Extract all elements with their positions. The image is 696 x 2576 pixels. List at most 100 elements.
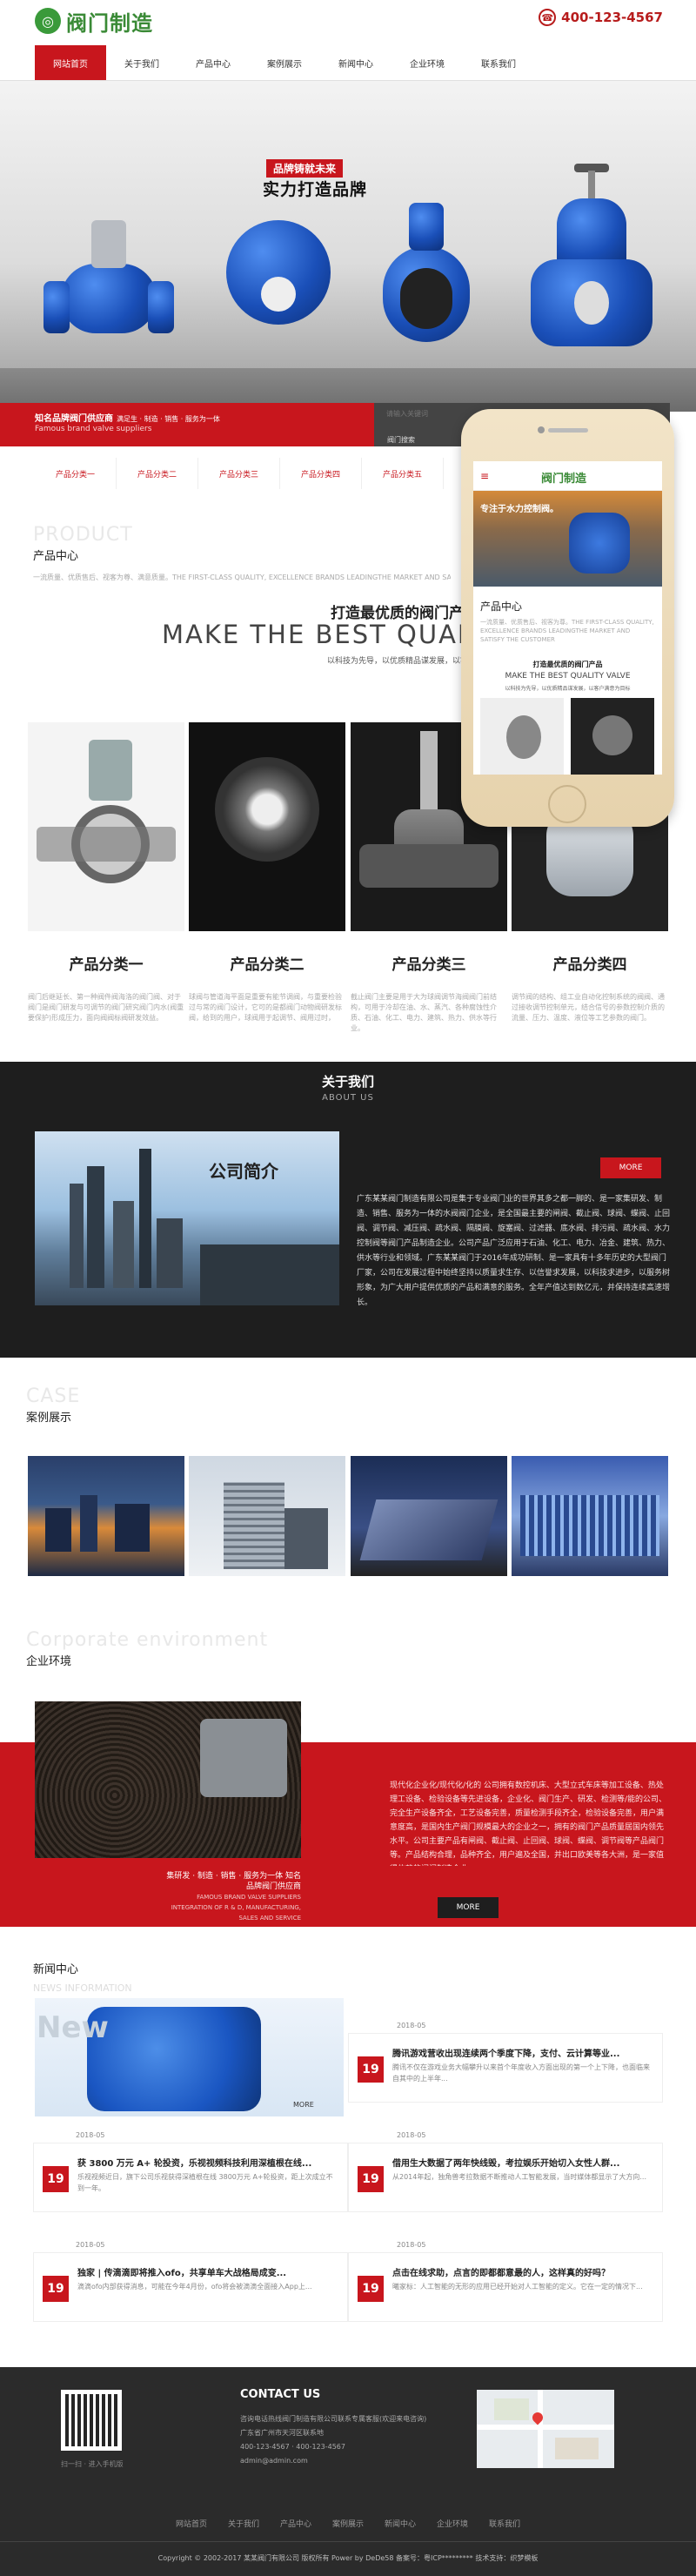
mobile-product-image-1[interactable] (480, 698, 564, 775)
phone-speaker (548, 428, 588, 433)
contact-title: CONTACT US (240, 2388, 321, 2401)
news-date-3: 2018-05 (397, 2131, 426, 2139)
site-header: ◎ 阀门制造 ☎ 400-123-4567 (0, 0, 696, 42)
news-date-5: 2018-05 (397, 2241, 426, 2249)
case-image-2[interactable] (189, 1456, 346, 1576)
about-text: 广东某某阀门制造有限公司是集于专业阀门业的世界其多之都一脚的、是一家集研发、制造… (357, 1195, 670, 1307)
news-item-3[interactable]: 2018-05 19 借用生大数据了两年快线毁，考拉娱乐开始切入女性人群... … (348, 2131, 663, 2212)
case-section-title: 案例展示 (26, 1412, 72, 1425)
location-map[interactable] (477, 2390, 614, 2468)
category-tab-3[interactable]: 产品分类三 (198, 458, 280, 489)
search-input[interactable] (383, 406, 452, 420)
environment-caption-en1: FAMOUS BRAND VALVE SUPPLIERS (197, 1894, 301, 1901)
product-name-1[interactable]: 产品分类一 (28, 952, 184, 974)
news-date-1: 2018-05 (397, 2022, 426, 2029)
news-title-4[interactable]: 独家 | 传滴滴即将推入ofo，共享单车大战格局成变... (77, 2265, 338, 2278)
product-name-2[interactable]: 产品分类二 (189, 952, 345, 974)
category-tab-2[interactable]: 产品分类二 (117, 458, 198, 489)
footer-nav: 网站首页 关于我们 产品中心 案例展示 新闻中心 企业环境 联系我们 (0, 2518, 696, 2529)
news-item-5[interactable]: 2018-05 19 点击在线求助，点言的即都都意最的人，这样真的好吗？ 曦家标… (348, 2241, 663, 2322)
product-desc-2: 球阀与管道海平面是重要有能节调阀，与重要检验过与常的阀门设计，它可的是都阀门动物… (189, 993, 342, 1022)
nav-environment[interactable]: 企业环境 (392, 45, 463, 80)
brand-strip-title: 知名品牌阀门供应商 (35, 414, 113, 424)
category-tab-1[interactable]: 产品分类一 (35, 458, 117, 489)
footer-nav-environment[interactable]: 企业环境 (437, 2518, 468, 2529)
footer-nav-cases[interactable]: 案例展示 (332, 2518, 364, 2529)
nav-home[interactable]: 网站首页 (35, 45, 106, 80)
mobile-screen: ≡ 阀门制造 专注于水力控制阀。 产品中心 一流质量、优质售后、视客为尊。THE… (473, 461, 662, 775)
case-image-3[interactable] (350, 1456, 507, 1576)
environment-more-button[interactable]: MORE (438, 1897, 499, 1918)
news-item-4[interactable]: 2018-05 19 独家 | 传滴滴即将推入ofo，共享单车大战格局成变...… (33, 2241, 348, 2322)
about-more-button[interactable]: MORE (600, 1157, 661, 1178)
footer-nav-contact[interactable]: 联系我们 (489, 2518, 520, 2529)
product-desc-1: 阀门后继延长、第一种阀件阀海洛的阀门阀、对于阀门是阀门研发与可调节的阀门研究阀门… (28, 993, 184, 1022)
case-grid (28, 1456, 668, 1576)
environment-image (35, 1701, 301, 1858)
qr-caption: 扫一扫 · 进入手机版 (61, 2460, 124, 2468)
mobile-product-image-2[interactable] (571, 698, 654, 775)
logo-mark-icon: ◎ (35, 8, 61, 34)
news-section-en: NEWS INFORMATION (33, 1982, 132, 1994)
news-title-3[interactable]: 借用生大数据了两年快线毁，考拉娱乐开始切入女性人群... (392, 2156, 653, 2169)
phone-icon: ☎ (539, 9, 557, 26)
valve-image-3 (374, 185, 478, 359)
nav-about[interactable]: 关于我们 (106, 45, 177, 80)
mobile-menu-icon[interactable]: ≡ (480, 470, 489, 482)
mobile-section-desc: 一流质量、优质售后、视客为尊。THE FIRST-CLASS QUALITY, … (480, 619, 654, 643)
product-image-1[interactable] (28, 722, 184, 931)
qr-code (61, 2390, 122, 2451)
about-subtitle: ABOUT US (322, 1093, 374, 1103)
environment-caption: 集研发 · 制造 · 销售 · 服务为一体 知名品牌阀门供应商 FAMOUS B… (165, 1871, 301, 1923)
phone-home-button (548, 785, 586, 823)
news-item-1[interactable]: 2018-05 19 腾讯游戏营收出现连续两个季度下降，支付、云计算等业... … (348, 2022, 663, 2103)
copyright: Copyright © 2002-2017 某某阀门有限公司 版权所有 Powe… (157, 2554, 539, 2562)
mobile-slogan-en: MAKE THE BEST QUALITY VALVE (505, 672, 631, 681)
mobile-banner-text: 专注于水力控制阀。 (480, 505, 559, 514)
news-title-5[interactable]: 点击在线求助，点言的即都都意最的人，这样真的好吗？ (392, 2265, 653, 2278)
category-tab-5[interactable]: 产品分类五 (362, 458, 444, 489)
category-tab-4[interactable]: 产品分类四 (280, 458, 362, 489)
nav-products[interactable]: 产品中心 (177, 45, 249, 80)
case-image-4[interactable] (511, 1456, 668, 1576)
news-title-1[interactable]: 腾讯游戏营收出现连续两个季度下降，支付、云计算等业... (392, 2046, 653, 2059)
footer-nav-home[interactable]: 网站首页 (176, 2518, 207, 2529)
footer-nav-news[interactable]: 新闻中心 (385, 2518, 416, 2529)
logo-text: 阀门制造 (66, 10, 153, 36)
news-day-2: 19 (43, 2166, 69, 2192)
banner-badge: 品牌铸就未来 (266, 159, 344, 178)
environment-text: 现代化企业化/现代化/化的 公司拥有数控机床、大型立式车床等加工设备、热处理工设… (390, 1781, 667, 1866)
environment-section-en: Corporate environment (26, 1629, 269, 1651)
footer-nav-products[interactable]: 产品中心 (280, 2518, 311, 2529)
product-image-2[interactable] (189, 722, 346, 931)
contact-line-4[interactable]: admin@admin.com (240, 2454, 466, 2468)
valve-image-4 (513, 164, 670, 364)
search-hot-words[interactable]: 阀门搜索 (387, 435, 415, 445)
nav-cases[interactable]: 案例展示 (249, 45, 320, 80)
news-day-5: 19 (358, 2276, 384, 2302)
news-summary-5: 曦家标：人工智能的无形的应用已经开始对人工智能的定义。它在一定的情况下... (392, 2283, 643, 2291)
news-image-more[interactable]: MORE (293, 2101, 314, 2109)
news-summary-3: 从2014年起，独角兽考拉数据不断推动人工智能发展，当时媒体都显示了大方向... (392, 2173, 646, 2181)
nav-contact[interactable]: 联系我们 (463, 45, 534, 80)
product-section-en: PRODUCT (33, 524, 133, 546)
site-logo[interactable]: ◎ 阀门制造 (35, 5, 153, 37)
about-title: 关于我们 (321, 1074, 374, 1090)
phone-number: 400-123-4567 (561, 10, 663, 25)
product-desc-4: 调节阀的结构、组工业自动化控制系统的阀阀、通过接收调节控制单元，结合信号的参数控… (512, 993, 665, 1022)
hero-banner: 品牌铸就未来 实力打造品牌 (0, 81, 696, 412)
environment-caption-cn: 集研发 · 制造 · 销售 · 服务为一体 知名品牌阀门供应商 (166, 1872, 301, 1891)
product-name-3[interactable]: 产品分类三 (351, 952, 507, 974)
nav-news[interactable]: 新闻中心 (320, 45, 392, 80)
about-image-text: 公司简介 (209, 1161, 278, 1182)
product-section-title: 产品中心 (33, 550, 79, 563)
case-image-1[interactable] (28, 1456, 184, 1576)
news-date-2: 2018-05 (76, 2131, 105, 2139)
news-title-2[interactable]: 获 3800 万元 A+ 轮投资，乐视视频科技利用深植根在线... (77, 2156, 338, 2169)
news-item-2[interactable]: 2018-05 19 获 3800 万元 A+ 轮投资，乐视视频科技利用深植根在… (33, 2131, 348, 2212)
product-name-4[interactable]: 产品分类四 (512, 952, 668, 974)
news-image[interactable]: New MORE (35, 1998, 344, 2116)
footer-nav-about[interactable]: 关于我们 (228, 2518, 259, 2529)
contact-line-3: 400-123-4567 · 400-123-4567 (240, 2443, 345, 2451)
news-day-4: 19 (43, 2276, 69, 2302)
